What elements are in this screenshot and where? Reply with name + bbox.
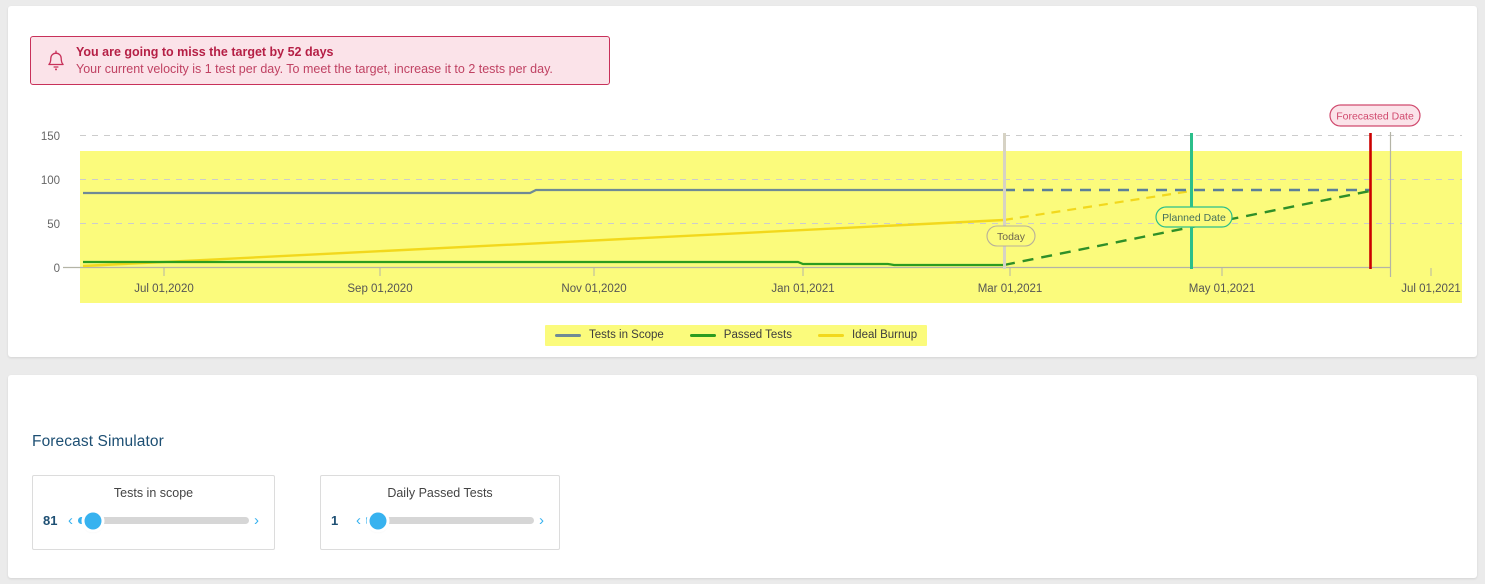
svg-text:Forecasted Date: Forecasted Date	[1336, 111, 1414, 123]
x-tick-4: Mar 01,2021	[978, 283, 1043, 295]
svg-text:Planned Date: Planned Date	[1162, 212, 1226, 224]
slider-card-daily-passed-tests: Daily Passed Tests 1 ‹ ›	[320, 475, 560, 550]
x-tick-6: Jul 01,2021	[1401, 283, 1460, 295]
bell-icon	[45, 49, 67, 73]
miss-target-alert: You are going to miss the target by 52 d…	[30, 36, 610, 85]
alert-title: You are going to miss the target by 52 d…	[76, 45, 334, 59]
y-axis-labels: 150 100 50 0	[41, 131, 60, 275]
x-tick-5: May 01,2021	[1189, 283, 1256, 295]
slider-row-daily-passed-tests: 1 ‹ ›	[321, 512, 559, 529]
marker-badge-forecasted-date: Forecasted Date	[1329, 104, 1421, 127]
legend-item-passed-tests[interactable]: Passed Tests	[689, 329, 792, 341]
slider-card-tests-in-scope: Tests in scope 81 ‹ ›	[32, 475, 275, 550]
slider-thumb-tests-in-scope[interactable]	[84, 512, 102, 529]
slider-row-tests-in-scope: 81 ‹ ›	[33, 512, 274, 529]
svg-text:Today: Today	[997, 231, 1026, 243]
chevron-right-icon[interactable]: ›	[534, 513, 549, 528]
chevron-right-icon[interactable]: ›	[249, 513, 264, 528]
slider-value-daily-passed-tests: 1	[331, 513, 339, 528]
chevron-left-icon[interactable]: ‹	[351, 513, 366, 528]
forecast-simulator-title: Forecast Simulator	[32, 433, 164, 450]
x-tick-3: Jan 01,2021	[771, 283, 834, 295]
legend-swatch-ideal-burnup	[817, 333, 844, 337]
slider-thumb-daily-passed-tests[interactable]	[369, 512, 387, 529]
y-tick-50: 50	[47, 219, 60, 231]
x-tick-2: Nov 01,2020	[561, 283, 626, 295]
y-tick-150: 150	[41, 131, 60, 143]
plot-band	[80, 151, 1462, 303]
legend-label-passed-tests: Passed Tests	[723, 329, 792, 341]
chart-svg: 150 100 50 0 Jul 01,2020 Sep 01,2020 Nov…	[41, 104, 1462, 303]
alert-text-block: You are going to miss the target by 52 d…	[76, 44, 553, 77]
slider-label-daily-passed-tests: Daily Passed Tests	[387, 486, 493, 500]
marker-badge-planned-date: Planned Date	[1155, 206, 1233, 228]
legend-swatch-passed-tests	[689, 333, 716, 337]
legend-item-ideal-burnup[interactable]: Ideal Burnup	[817, 329, 918, 341]
x-tick-0: Jul 01,2020	[134, 283, 193, 295]
y-tick-100: 100	[41, 175, 60, 187]
x-tick-1: Sep 01,2020	[347, 283, 412, 295]
legend-label-tests-in-scope: Tests in Scope	[589, 329, 664, 341]
legend-label-ideal-burnup: Ideal Burnup	[851, 329, 918, 341]
burnup-chart: 150 100 50 0 Jul 01,2020 Sep 01,2020 Nov…	[8, 92, 1477, 357]
legend-swatch-tests-in-scope	[555, 333, 581, 337]
chart-legend: Tests in Scope Passed Tests Ideal Burnup	[545, 325, 928, 346]
legend-item-tests-in-scope[interactable]: Tests in Scope	[555, 329, 664, 341]
slider-value-tests-in-scope: 81	[43, 513, 58, 528]
slider-track-tests-in-scope[interactable]	[78, 512, 249, 529]
burnup-chart-card: You are going to miss the target by 52 d…	[8, 6, 1477, 357]
y-tick-0: 0	[54, 263, 60, 275]
forecast-page: You are going to miss the target by 52 d…	[0, 0, 1485, 584]
alert-subtitle: Your current velocity is 1 test per day.…	[76, 62, 553, 76]
slider-track-daily-passed-tests[interactable]	[366, 512, 534, 529]
marker-badge-today: Today	[986, 225, 1036, 247]
slider-label-tests-in-scope: Tests in scope	[113, 486, 194, 500]
chevron-left-icon[interactable]: ‹	[63, 513, 78, 528]
